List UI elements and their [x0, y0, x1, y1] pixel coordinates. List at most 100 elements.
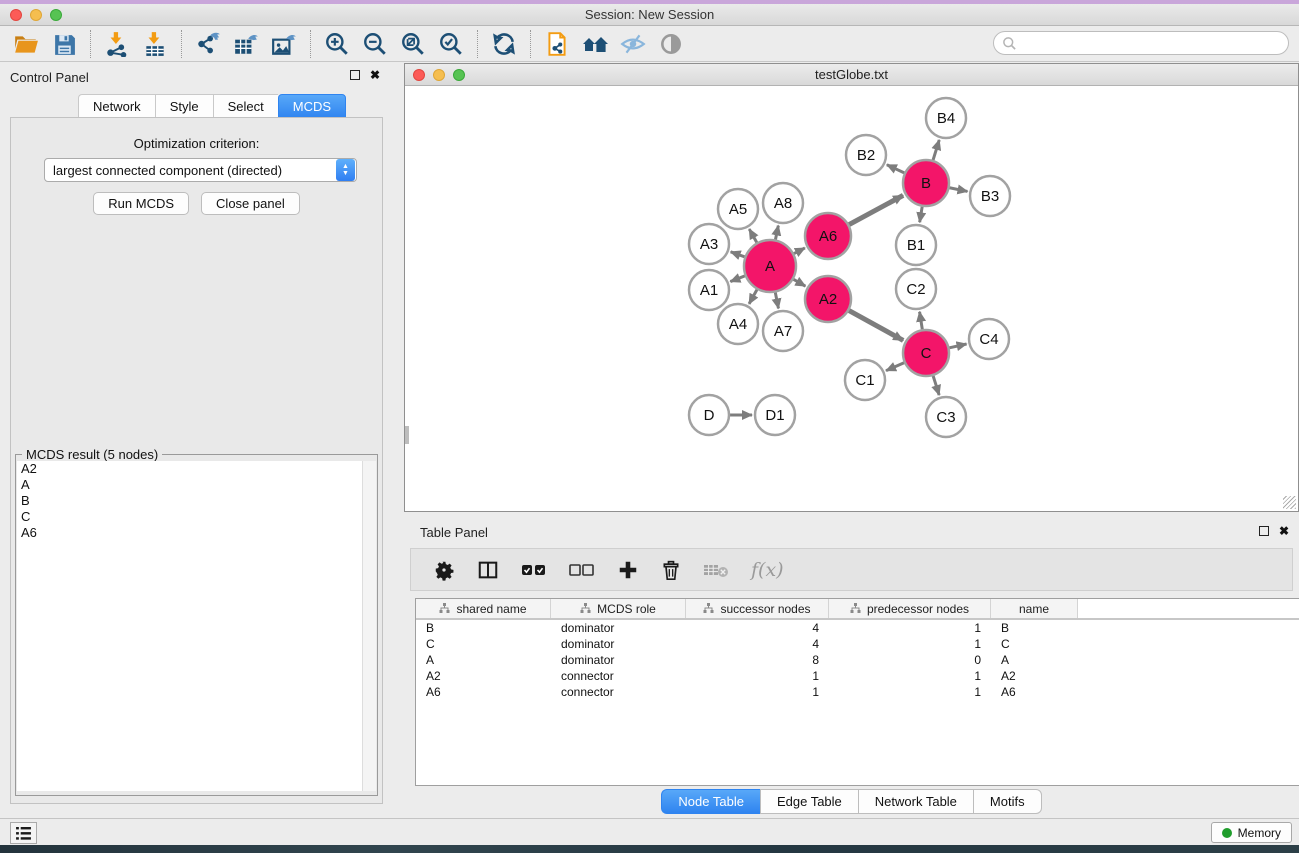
mcds-list-scrollbar[interactable]: [362, 461, 376, 791]
graph-edge-C-C3[interactable]: [933, 376, 939, 395]
close-table-panel-icon[interactable]: ✖: [1279, 526, 1289, 536]
graph-edge-C-C2[interactable]: [920, 312, 923, 330]
table-cell[interactable]: 1: [686, 668, 829, 684]
table-cell[interactable]: 1: [829, 620, 991, 636]
column-header-name[interactable]: name: [991, 599, 1078, 618]
run-mcds-button[interactable]: Run MCDS: [93, 192, 189, 215]
column-view-icon[interactable]: [477, 559, 499, 581]
graph-edge-B-B3[interactable]: [950, 188, 968, 192]
add-column-icon[interactable]: [617, 559, 639, 581]
show-details-icon[interactable]: [657, 30, 685, 58]
tab-motifs[interactable]: Motifs: [973, 789, 1042, 814]
table-cell[interactable]: connector: [551, 668, 686, 684]
table-cell[interactable]: dominator: [551, 636, 686, 652]
column-header-MCDS-role[interactable]: MCDS role: [551, 599, 686, 618]
table-cell[interactable]: A6: [991, 684, 1078, 700]
table-cell[interactable]: C: [991, 636, 1078, 652]
window-resize-grip[interactable]: [1283, 496, 1296, 509]
zoom-in-icon[interactable]: [323, 30, 351, 58]
table-cell[interactable]: 1: [829, 668, 991, 684]
search-input[interactable]: [993, 31, 1289, 55]
table-cell[interactable]: dominator: [551, 652, 686, 668]
delete-table-icon[interactable]: [703, 561, 729, 579]
close-panel-button[interactable]: Close panel: [201, 192, 300, 215]
export-table-icon[interactable]: [232, 30, 260, 58]
hide-details-icon[interactable]: [619, 30, 647, 58]
mcds-result-item[interactable]: C: [17, 509, 363, 525]
table-row[interactable]: Bdominator41B: [416, 620, 1299, 636]
table-cell[interactable]: dominator: [551, 620, 686, 636]
graph-edge-C-C4[interactable]: [949, 344, 966, 348]
graph-edge-B-B4[interactable]: [933, 140, 939, 160]
column-header-predecessor-nodes[interactable]: predecessor nodes: [829, 599, 991, 618]
network-window-title-bar[interactable]: testGlobe.txt: [405, 64, 1298, 86]
table-cell[interactable]: 8: [686, 652, 829, 668]
mcds-result-list[interactable]: A2ABCA6: [17, 461, 363, 791]
graph-edge-B-B1[interactable]: [920, 207, 923, 223]
graph-edge-A-A1[interactable]: [730, 276, 744, 282]
tab-select[interactable]: Select: [213, 94, 278, 119]
select-all-columns-icon[interactable]: [521, 561, 547, 579]
table-row[interactable]: Cdominator41C: [416, 636, 1299, 652]
tab-network-table[interactable]: Network Table: [858, 789, 973, 814]
mcds-result-item[interactable]: A6: [17, 525, 363, 541]
node-table[interactable]: shared nameMCDS rolesuccessor nodesprede…: [415, 598, 1299, 786]
table-row[interactable]: A2connector11A2: [416, 668, 1299, 684]
table-cell[interactable]: A6: [416, 684, 551, 700]
memory-button[interactable]: Memory: [1211, 822, 1292, 843]
save-session-icon[interactable]: [50, 30, 78, 58]
import-network-icon[interactable]: [103, 30, 131, 58]
import-table-icon[interactable]: [141, 30, 169, 58]
task-history-button[interactable]: [10, 822, 37, 844]
tab-network[interactable]: Network: [78, 94, 155, 119]
table-cell[interactable]: 4: [686, 620, 829, 636]
mcds-result-item[interactable]: B: [17, 493, 363, 509]
zoom-fit-icon[interactable]: [399, 30, 427, 58]
table-cell[interactable]: A2: [991, 668, 1078, 684]
graph-edge-A-A5[interactable]: [749, 229, 757, 242]
float-table-panel-icon[interactable]: [1259, 526, 1269, 536]
table-cell[interactable]: connector: [551, 684, 686, 700]
criterion-select[interactable]: largest connected component (directed) ▲…: [44, 158, 357, 182]
graph-edge-B-B2[interactable]: [887, 165, 904, 173]
graph-edge-A6-B[interactable]: [849, 195, 903, 224]
graph-edge-C-C1[interactable]: [886, 363, 904, 371]
column-header-shared-name[interactable]: shared name: [416, 599, 551, 618]
graph-edge-A2-C[interactable]: [849, 311, 903, 341]
copy-network-icon[interactable]: [543, 30, 571, 58]
main-title-bar[interactable]: Session: New Session: [0, 4, 1299, 26]
table-cell[interactable]: 1: [686, 684, 829, 700]
mcds-result-item[interactable]: A2: [17, 461, 363, 477]
table-cell[interactable]: 1: [829, 684, 991, 700]
graph-edge-A-A7[interactable]: [775, 292, 778, 308]
table-row[interactable]: A6connector11A6: [416, 684, 1299, 700]
column-header-successor-nodes[interactable]: successor nodes: [686, 599, 829, 618]
unselect-all-columns-icon[interactable]: [569, 561, 595, 579]
graph-edge-A-A6[interactable]: [794, 248, 805, 254]
graph-edge-A-A3[interactable]: [731, 252, 745, 257]
table-cell[interactable]: B: [991, 620, 1078, 636]
open-file-icon[interactable]: [12, 30, 40, 58]
table-cell[interactable]: 4: [686, 636, 829, 652]
tab-mcds[interactable]: MCDS: [278, 94, 346, 119]
tab-style[interactable]: Style: [155, 94, 213, 119]
table-settings-icon[interactable]: [433, 559, 455, 581]
table-row[interactable]: Adominator80A: [416, 652, 1299, 668]
table-cell[interactable]: A: [991, 652, 1078, 668]
table-cell[interactable]: 0: [829, 652, 991, 668]
delete-column-icon[interactable]: [661, 559, 681, 581]
table-cell[interactable]: 1: [829, 636, 991, 652]
home-icon[interactable]: [581, 30, 609, 58]
table-cell[interactable]: A2: [416, 668, 551, 684]
graph-edge-A-A4[interactable]: [749, 290, 757, 304]
table-cell[interactable]: B: [416, 620, 551, 636]
graph-edge-A-A8[interactable]: [775, 226, 778, 240]
function-builder-icon[interactable]: f(x): [751, 559, 784, 581]
network-canvas[interactable]: B4B2BB3A8A5A6A3B1AA1C2A2A4A7C4CC1C3DD1: [405, 86, 1298, 511]
canvas-scroll-thumb[interactable]: [405, 426, 409, 444]
table-cell[interactable]: A: [416, 652, 551, 668]
export-network-icon[interactable]: [194, 30, 222, 58]
export-image-icon[interactable]: [270, 30, 298, 58]
close-panel-icon[interactable]: ✖: [370, 70, 380, 80]
zoom-selected-icon[interactable]: [437, 30, 465, 58]
